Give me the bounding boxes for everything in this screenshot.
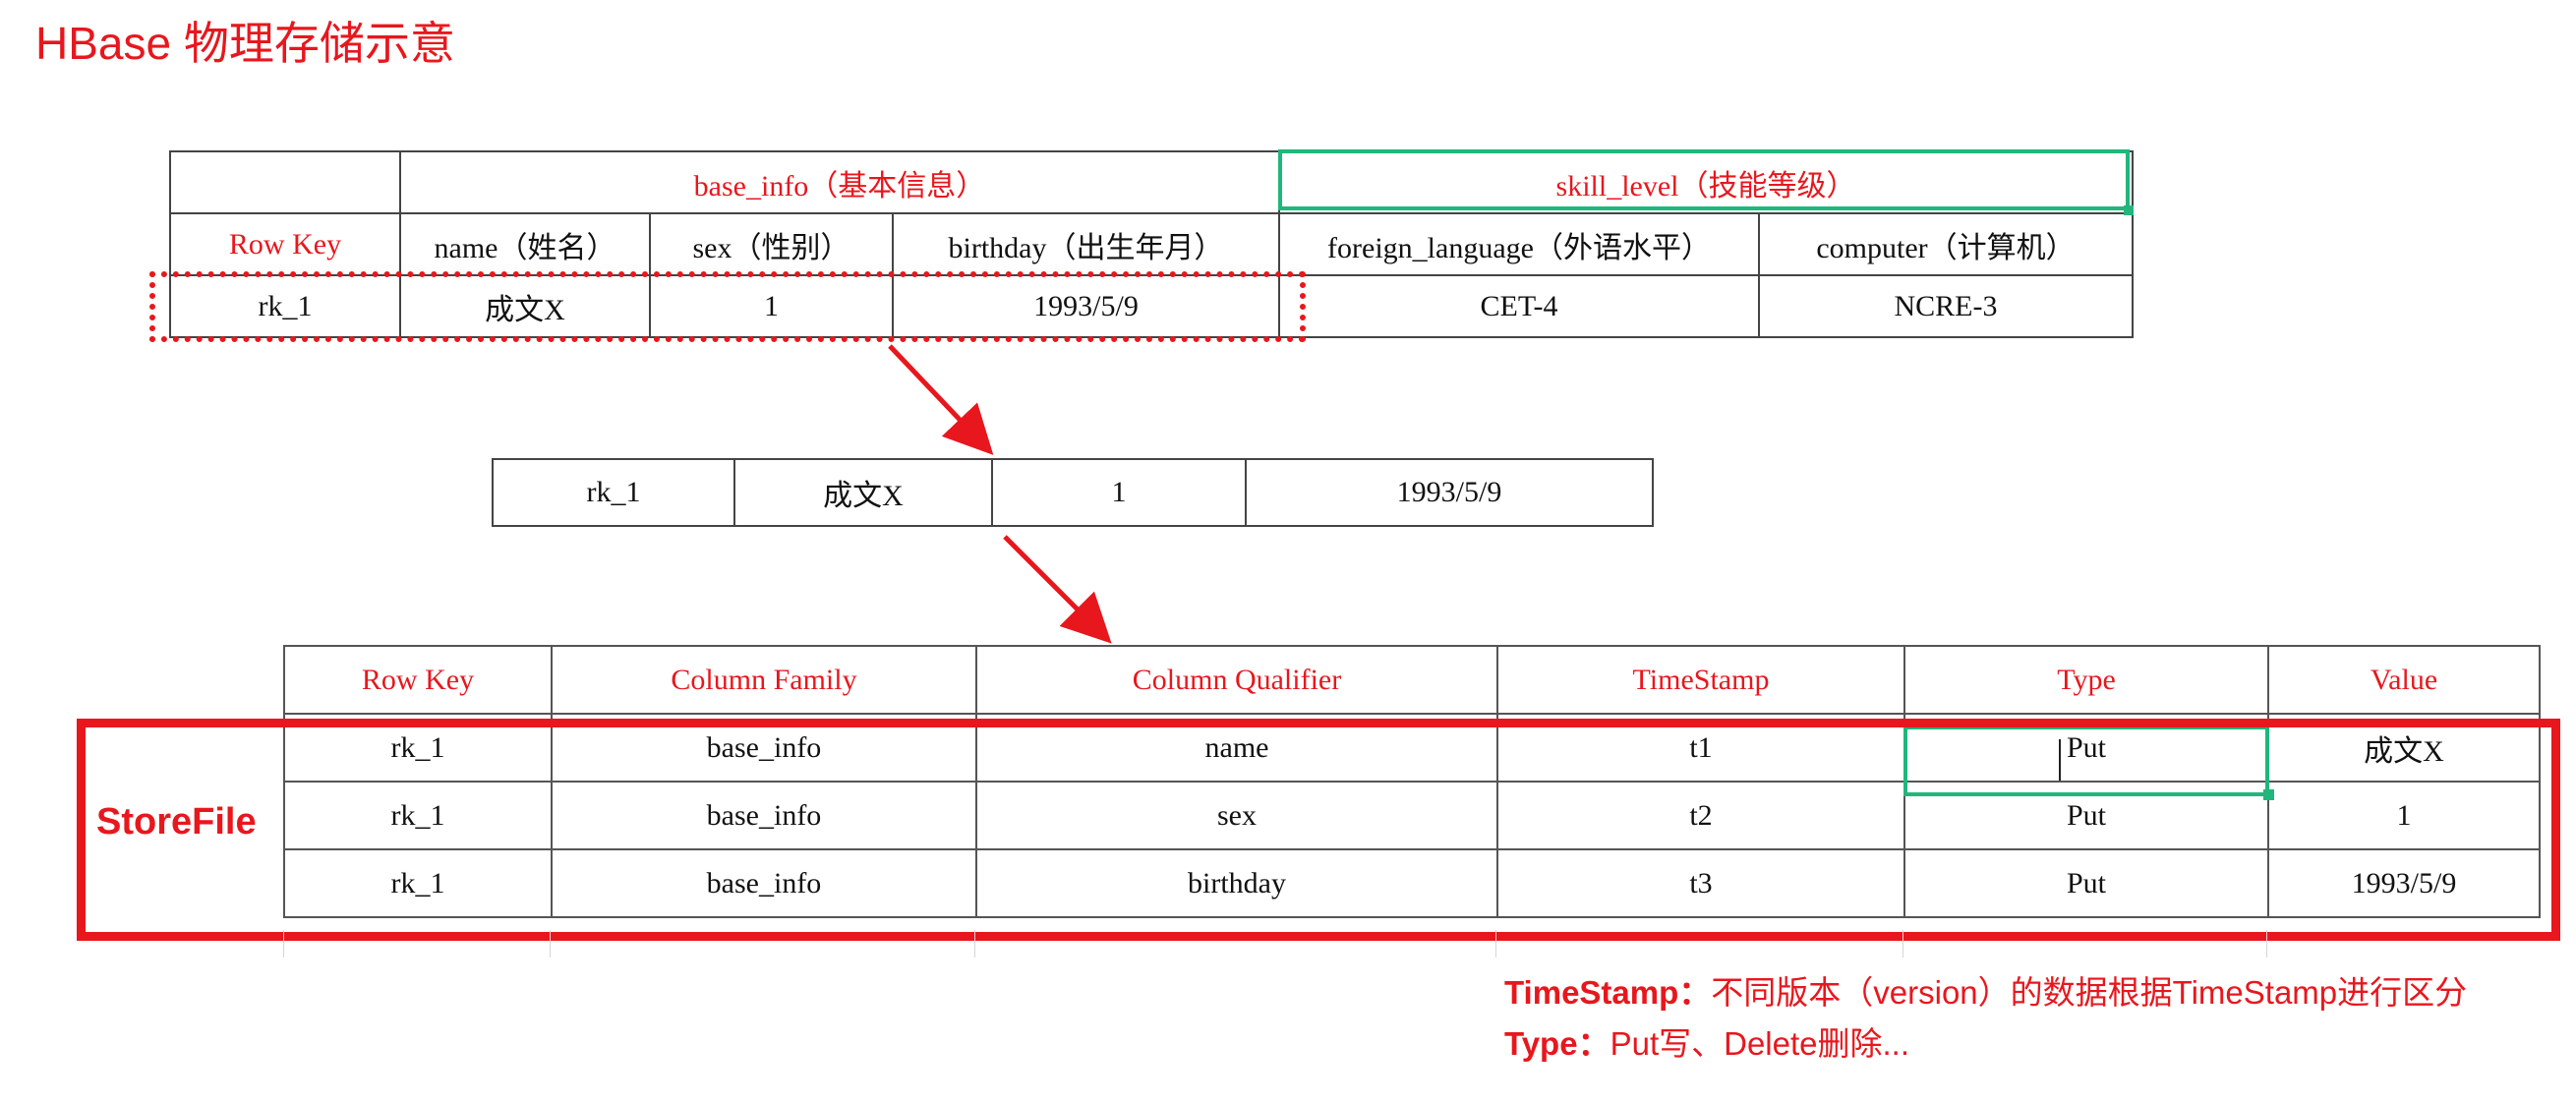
arrow-to-storefile — [1003, 535, 1112, 644]
sf-header-column-qualifier[interactable]: Column Qualifier — [975, 645, 1498, 715]
arrow-to-middle-row — [888, 344, 994, 455]
sf-header-type[interactable]: Type — [1903, 645, 2269, 715]
sf-header-timestamp[interactable]: TimeStamp — [1496, 645, 1905, 715]
grid-line — [1495, 930, 1496, 958]
sf-header-column-family[interactable]: Column Family — [551, 645, 977, 715]
note-timestamp-text: 不同版本（version）的数据根据TimeStamp进行区分 — [1711, 974, 2468, 1011]
note-timestamp-key: TimeStamp： — [1504, 974, 1712, 1011]
note-type-text: Put写、Delete删除... — [1610, 1025, 1910, 1062]
grid-line — [2266, 930, 2267, 958]
notes-block: TimeStamp：不同版本（version）的数据根据TimeStamp进行区… — [1504, 967, 2467, 1070]
note-type: Type：Put写、Delete删除... — [1504, 1018, 2467, 1070]
note-timestamp: TimeStamp：不同版本（version）的数据根据TimeStamp进行区… — [1504, 967, 2467, 1018]
grid-line — [550, 930, 551, 958]
sf-header-value[interactable]: Value — [2267, 645, 2541, 715]
grid-line — [974, 930, 975, 958]
storefile-label: StoreFile — [96, 801, 257, 842]
note-type-key: Type： — [1504, 1025, 1610, 1062]
storefile-outline-box — [77, 719, 2560, 941]
sf-header-row-key[interactable]: Row Key — [283, 645, 553, 715]
grid-line — [283, 930, 284, 958]
